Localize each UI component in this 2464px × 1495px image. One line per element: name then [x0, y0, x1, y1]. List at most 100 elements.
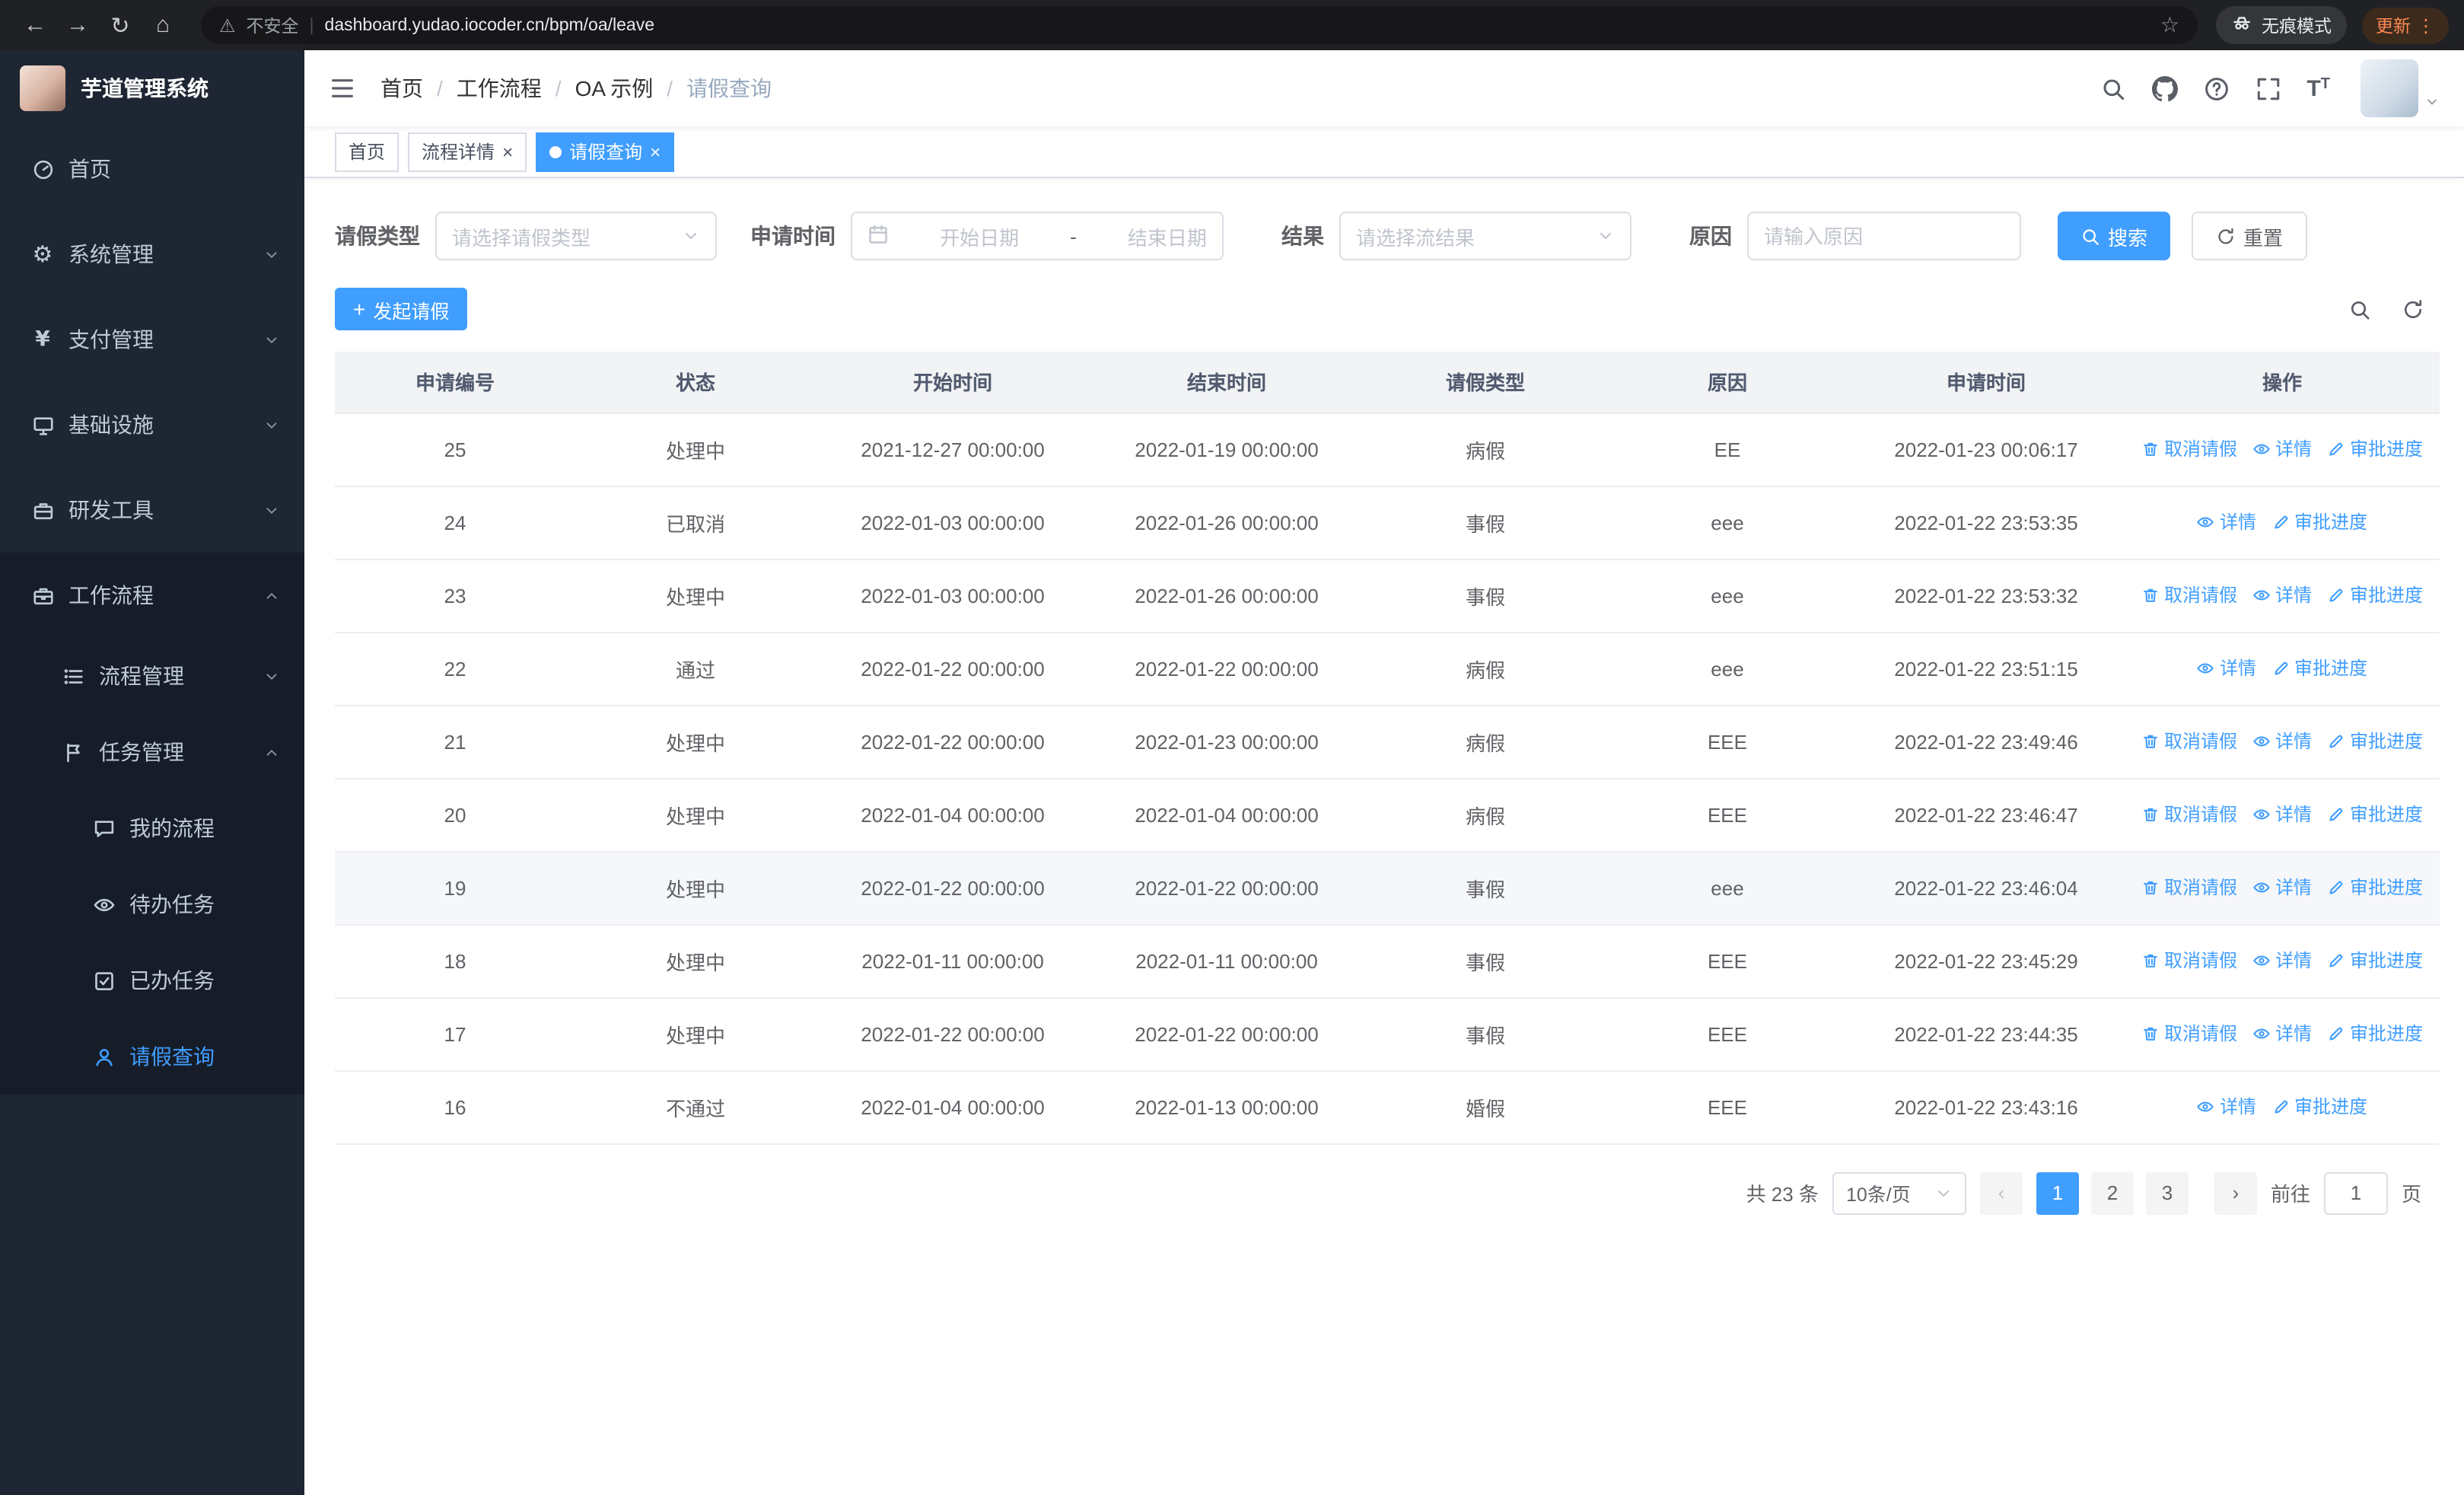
reload-icon[interactable]: ↻	[100, 5, 140, 45]
detail-link[interactable]: 详情	[2197, 1094, 2256, 1120]
goto-page-input[interactable]	[2323, 1171, 2388, 1214]
sidebar-item-workflow[interactable]: 工作流程	[0, 553, 304, 638]
address-bar[interactable]: ⚠ 不安全 | dashboard.yudao.iocoder.cn/bpm/o…	[201, 6, 2198, 44]
detail-link[interactable]: 详情	[2197, 509, 2256, 535]
apply-time-range-picker[interactable]: 开始日期 - 结束日期	[851, 212, 1224, 260]
sidebar-item-system-management[interactable]: ⚙ 系统管理	[0, 212, 304, 297]
main-area: 首页 / 工作流程 / OA 示例 / 请假查询 TT 首页 流程详情 × 请假查询 ×	[304, 50, 2464, 1495]
prev-page-button[interactable]: ‹	[1979, 1171, 2023, 1214]
detail-link[interactable]: 详情	[2252, 948, 2312, 974]
result-label: 结果	[1281, 224, 1324, 248]
forward-icon[interactable]: →	[58, 5, 97, 45]
search-icon[interactable]	[2099, 75, 2125, 101]
column-header: 申请编号	[335, 352, 575, 413]
sidebar-item-my-process[interactable]: 我的流程	[0, 790, 304, 866]
dashboard-icon	[30, 158, 55, 180]
cell-actions: 取消请假 详情 审批进度	[2125, 924, 2440, 998]
progress-link[interactable]: 审批进度	[2327, 948, 2423, 974]
next-page-button[interactable]: ›	[2214, 1171, 2257, 1214]
close-icon[interactable]: ×	[502, 142, 513, 161]
hamburger-icon[interactable]	[329, 75, 356, 102]
cancel-link[interactable]: 取消请假	[2141, 436, 2237, 462]
reset-button[interactable]: 重置	[2192, 212, 2308, 260]
update-button[interactable]: 更新 ⋮	[2362, 7, 2449, 43]
leave-type-select[interactable]: 请选择请假类型	[435, 212, 717, 260]
sidebar-item-infrastructure[interactable]: 基础设施	[0, 382, 304, 467]
sidebar-logo[interactable]: 芋道管理系统	[0, 50, 304, 126]
table-search-icon[interactable]	[2348, 298, 2371, 320]
url-text[interactable]: dashboard.yudao.iocoder.cn/bpm/oa/leave	[325, 16, 655, 34]
security-label[interactable]: 不安全	[247, 13, 299, 37]
progress-link[interactable]: 审批进度	[2271, 655, 2367, 681]
result-select[interactable]: 请选择流结果	[1339, 212, 1632, 260]
detail-link-label: 详情	[2275, 585, 2312, 607]
back-icon[interactable]: ←	[15, 5, 55, 45]
create-leave-button[interactable]: + 发起请假	[335, 288, 468, 330]
cancel-link[interactable]: 取消请假	[2141, 802, 2237, 827]
detail-link[interactable]: 详情	[2197, 655, 2256, 681]
sidebar-item-process-management[interactable]: 流程管理	[0, 638, 304, 714]
detail-link[interactable]: 详情	[2252, 436, 2312, 462]
close-icon[interactable]: ×	[650, 142, 661, 161]
cancel-link[interactable]: 取消请假	[2141, 728, 2237, 754]
tab-leave-query[interactable]: 请假查询 ×	[536, 132, 675, 171]
cell-leave_type: 病假	[1364, 705, 1607, 779]
detail-link[interactable]: 详情	[2252, 1021, 2312, 1047]
progress-link[interactable]: 审批进度	[2271, 509, 2367, 535]
github-icon[interactable]	[2151, 75, 2178, 101]
user-icon	[91, 1045, 116, 1068]
detail-link[interactable]: 详情	[2252, 582, 2312, 608]
sidebar-item-done-tasks[interactable]: 已办任务	[0, 942, 304, 1018]
table-refresh-icon[interactable]	[2402, 298, 2424, 320]
breadcrumb-item[interactable]: 工作流程	[457, 73, 542, 104]
progress-link[interactable]: 审批进度	[2327, 436, 2423, 462]
sidebar-item-task-management[interactable]: 任务管理	[0, 714, 304, 790]
kebab-menu-icon[interactable]: ⋮	[2417, 14, 2435, 36]
edit-icon	[2327, 805, 2345, 824]
edit-icon	[2271, 659, 2290, 677]
cell-apply_time: 2022-01-22 23:46:47	[1848, 778, 2125, 852]
cell-id: 20	[335, 778, 575, 852]
cancel-link[interactable]: 取消请假	[2141, 875, 2237, 901]
search-button[interactable]: 搜索	[2058, 212, 2171, 260]
breadcrumb-item: 请假查询	[686, 76, 772, 100]
progress-link[interactable]: 审批进度	[2327, 802, 2423, 827]
sidebar-item-home[interactable]: 首页	[0, 126, 304, 212]
progress-link[interactable]: 审批进度	[2327, 728, 2423, 754]
sidebar-item-payment-management[interactable]: ¥ 支付管理	[0, 297, 304, 382]
fullscreen-icon[interactable]	[2255, 75, 2281, 101]
trash-icon	[2141, 1025, 2160, 1043]
detail-link-label: 详情	[2275, 804, 2312, 826]
tab-home[interactable]: 首页	[335, 132, 400, 171]
detail-link[interactable]: 详情	[2252, 728, 2312, 754]
font-size-icon[interactable]: TT	[2306, 75, 2330, 101]
tab-process-detail[interactable]: 流程详情 ×	[408, 132, 527, 171]
breadcrumb-item[interactable]: OA 示例	[575, 73, 654, 104]
progress-link[interactable]: 审批进度	[2327, 1021, 2423, 1047]
home-icon[interactable]: ⌂	[143, 5, 183, 45]
page-button-2[interactable]: 2	[2090, 1171, 2134, 1214]
cell-actions: 详情 审批进度	[2125, 632, 2440, 706]
detail-link[interactable]: 详情	[2252, 875, 2312, 901]
trash-icon	[2141, 586, 2160, 604]
progress-link[interactable]: 审批进度	[2271, 1094, 2367, 1120]
help-icon[interactable]	[2203, 75, 2229, 101]
sidebar-item-todo-tasks[interactable]: 待办任务	[0, 866, 304, 942]
cell-reason: EEE	[1607, 997, 1848, 1071]
page-button-3[interactable]: 3	[2145, 1171, 2189, 1214]
reason-label: 原因	[1689, 224, 1732, 248]
breadcrumb-item[interactable]: 首页	[380, 73, 423, 104]
progress-link[interactable]: 审批进度	[2327, 582, 2423, 608]
progress-link[interactable]: 审批进度	[2327, 875, 2423, 901]
cancel-link[interactable]: 取消请假	[2141, 1021, 2237, 1047]
reason-input[interactable]	[1747, 212, 2021, 260]
cancel-link[interactable]: 取消请假	[2141, 582, 2237, 608]
sidebar-item-dev-tools[interactable]: 研发工具	[0, 467, 304, 553]
page-button-1[interactable]: 1	[2036, 1171, 2079, 1214]
detail-link[interactable]: 详情	[2252, 802, 2312, 827]
sidebar-item-leave-query[interactable]: 请假查询	[0, 1018, 304, 1095]
bookmark-star-icon[interactable]: ☆	[2160, 12, 2179, 38]
cancel-link[interactable]: 取消请假	[2141, 948, 2237, 974]
user-avatar[interactable]	[2361, 59, 2440, 117]
page-size-select[interactable]: 10条/页	[1832, 1171, 1966, 1214]
